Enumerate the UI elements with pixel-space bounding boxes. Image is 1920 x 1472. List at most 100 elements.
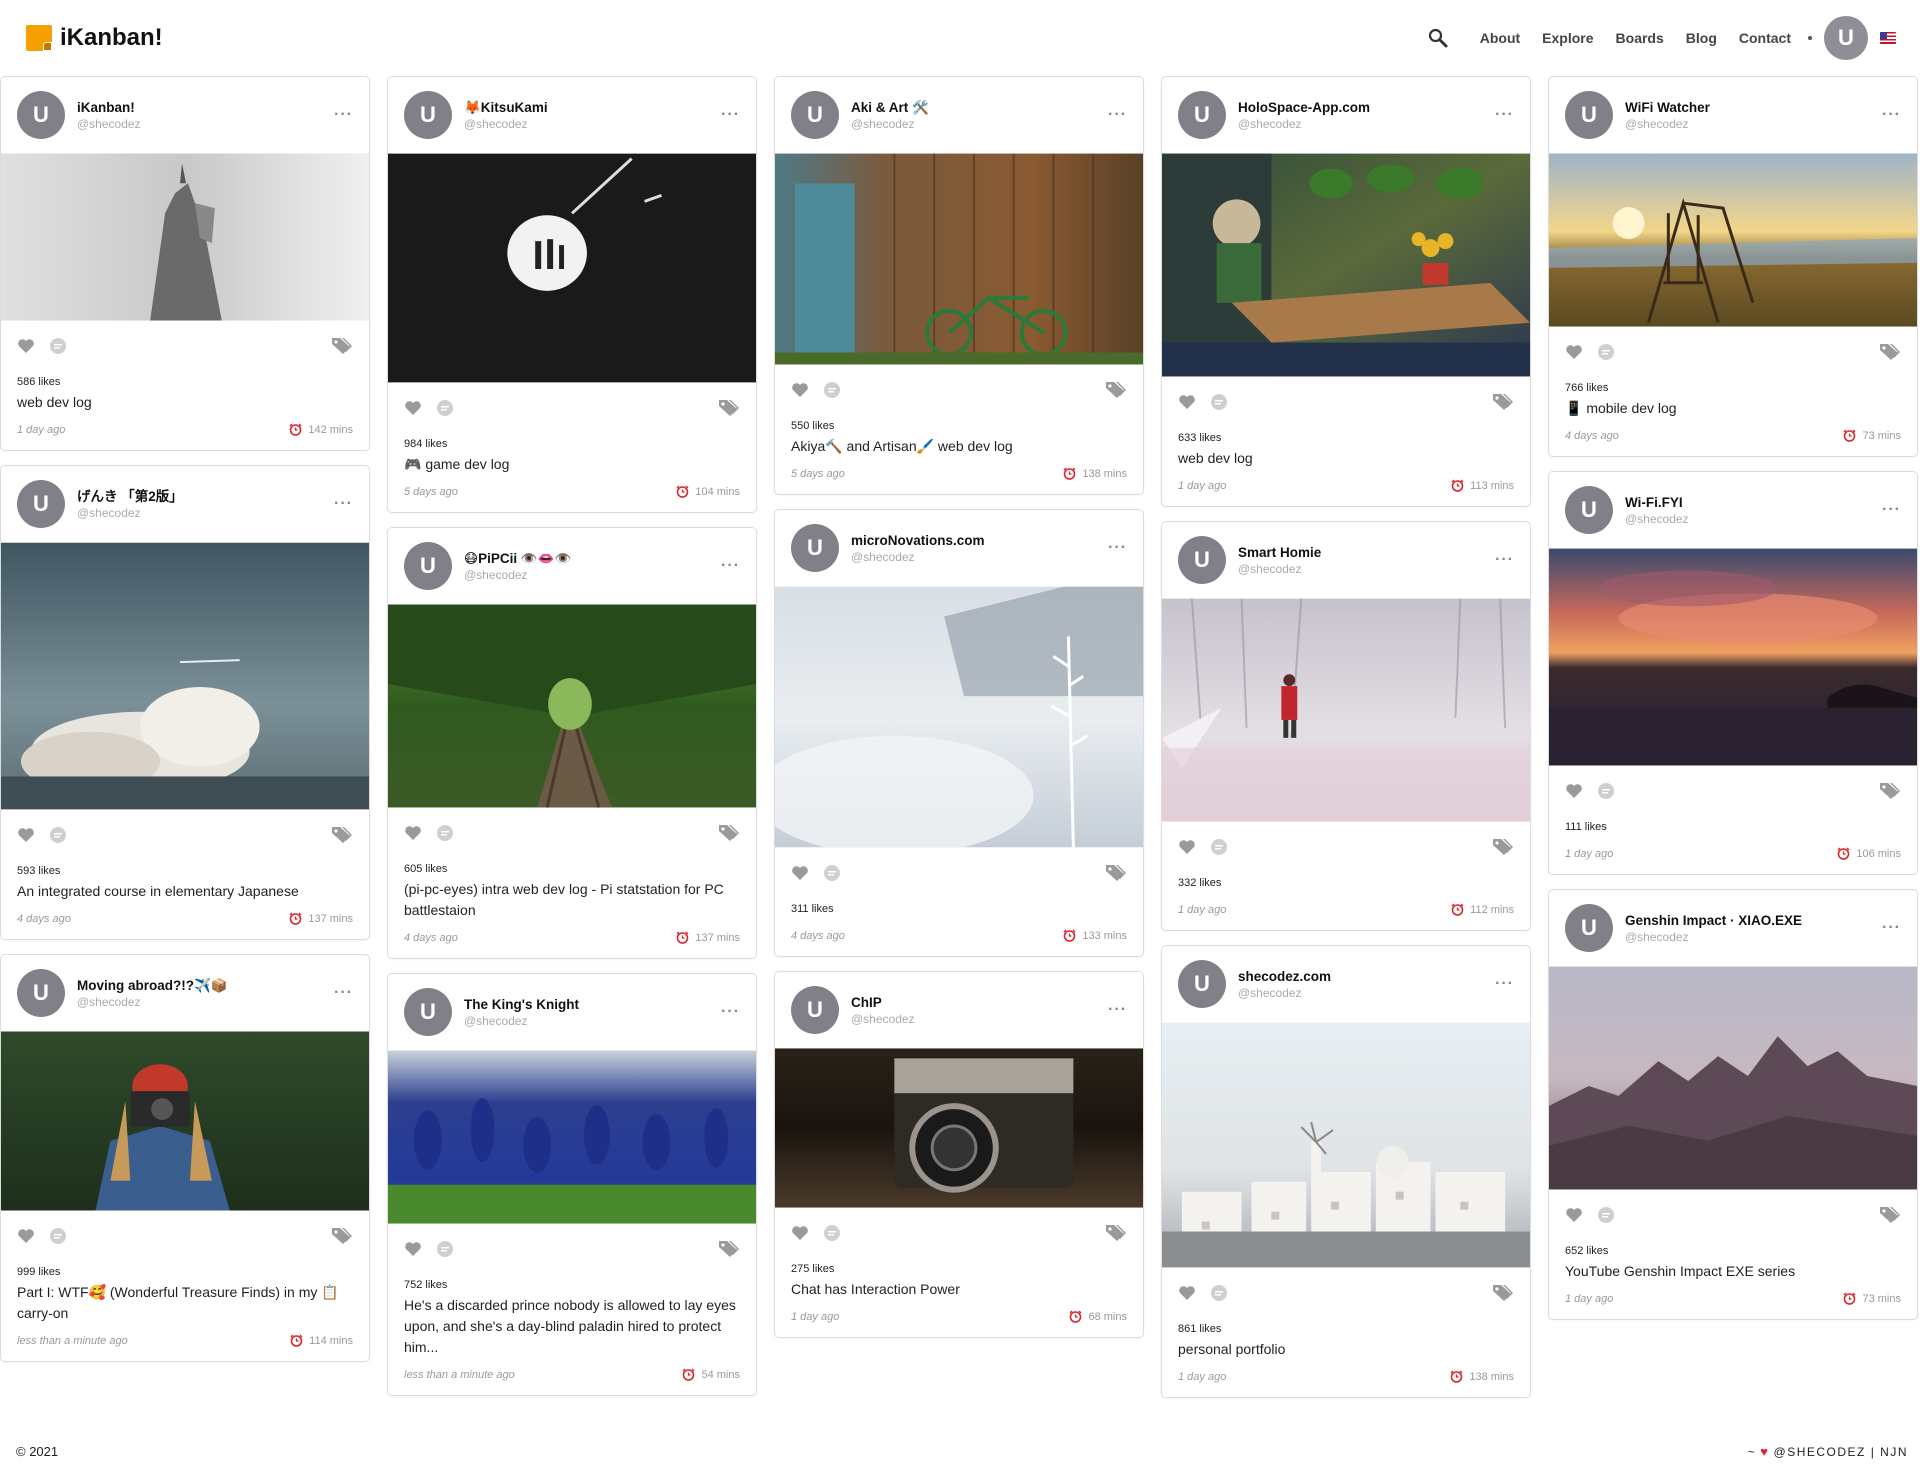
- user-handle[interactable]: @shecodez: [77, 116, 141, 132]
- tags-icon[interactable]: [1879, 343, 1901, 361]
- post-image-frost[interactable]: [775, 586, 1143, 848]
- post-image-cafe[interactable]: [1162, 153, 1530, 377]
- user-handle[interactable]: @shecodez: [1238, 116, 1370, 132]
- nav-blog[interactable]: Blog: [1686, 30, 1717, 46]
- post-image-wooden-shed[interactable]: [775, 153, 1143, 365]
- post-image-photographer[interactable]: [1, 1031, 369, 1211]
- more-options-icon[interactable]: ···: [721, 558, 740, 574]
- tags-icon[interactable]: [1105, 381, 1127, 399]
- like-heart-icon[interactable]: [404, 400, 422, 416]
- post-card[interactable]: UmicroNovations.com @shecodez ··· 311 like…: [774, 509, 1144, 957]
- post-card[interactable]: U iKanban! @shecodez ··· 586 likes web dev…: [0, 76, 370, 451]
- user-avatar[interactable]: U: [1824, 16, 1868, 60]
- avatar[interactable]: U: [17, 91, 65, 139]
- board-title[interactable]: WiFi Watcher: [1625, 99, 1710, 116]
- post-image-mountains[interactable]: [1549, 966, 1917, 1190]
- tags-icon[interactable]: [1879, 782, 1901, 800]
- comment-icon[interactable]: [49, 337, 67, 355]
- board-title[interactable]: 🦊KitsuKami: [464, 99, 548, 116]
- more-options-icon[interactable]: ···: [1495, 552, 1514, 568]
- board-title[interactable]: Moving abroad?!?✈️📦: [77, 977, 228, 994]
- avatar[interactable]: U: [1178, 91, 1226, 139]
- tags-icon[interactable]: [1492, 838, 1514, 856]
- like-heart-icon[interactable]: [17, 827, 35, 843]
- avatar[interactable]: U: [17, 969, 65, 1017]
- post-image-ocean-sunset[interactable]: [1549, 548, 1917, 766]
- comment-icon[interactable]: [823, 864, 841, 882]
- post-card[interactable]: U Wi-Fi.FYI @shecodez ··· 111 likes 1 day a…: [1548, 471, 1918, 875]
- board-title[interactable]: げんき 「第2版」: [77, 488, 183, 505]
- post-card[interactable]: U 🦊KitsuKami @shecodez ··· 984 likes 🎮 game …: [387, 76, 757, 513]
- user-handle[interactable]: @shecodez: [1238, 561, 1321, 577]
- post-card[interactable]: U The King's Knight @shecodez ··· 752 likes…: [387, 973, 757, 1396]
- like-heart-icon[interactable]: [404, 1241, 422, 1257]
- like-heart-icon[interactable]: [1178, 394, 1196, 410]
- nav-explore[interactable]: Explore: [1542, 30, 1593, 46]
- post-card[interactable]: U 😷PiPCii 👁️👄👁️ @shecodez ··· 605 likes (pi-…: [387, 527, 757, 959]
- comment-icon[interactable]: [1597, 343, 1615, 361]
- like-heart-icon[interactable]: [1178, 1285, 1196, 1301]
- like-heart-icon[interactable]: [404, 825, 422, 841]
- nav-boards[interactable]: Boards: [1616, 30, 1664, 46]
- board-title[interactable]: Genshin Impact · XIAO.EXE: [1625, 912, 1802, 929]
- board-title[interactable]: The King's Knight: [464, 996, 579, 1013]
- board-title[interactable]: 😷PiPCii 👁️👄👁️: [464, 550, 571, 567]
- footer-credit-text[interactable]: @SHECODEZ | NJN: [1774, 1445, 1908, 1459]
- like-heart-icon[interactable]: [791, 382, 809, 398]
- nav-contact[interactable]: Contact: [1739, 30, 1791, 46]
- board-title[interactable]: ChIP: [851, 994, 915, 1011]
- like-heart-icon[interactable]: [17, 1228, 35, 1244]
- like-heart-icon[interactable]: [17, 338, 35, 354]
- post-card[interactable]: U Smart Homie @shecodez ··· 332 likes 1 day…: [1161, 521, 1531, 931]
- more-options-icon[interactable]: ···: [1108, 107, 1127, 123]
- tags-icon[interactable]: [331, 1227, 353, 1245]
- avatar[interactable]: U: [404, 988, 452, 1036]
- user-handle[interactable]: @shecodez: [77, 994, 228, 1010]
- user-handle[interactable]: @shecodez: [464, 567, 571, 583]
- more-options-icon[interactable]: ···: [1882, 502, 1901, 518]
- user-handle[interactable]: @shecodez: [1238, 985, 1331, 1001]
- more-options-icon[interactable]: ···: [1108, 1002, 1127, 1018]
- tags-icon[interactable]: [718, 824, 740, 842]
- avatar[interactable]: U: [1565, 91, 1613, 139]
- avatar[interactable]: U: [17, 480, 65, 528]
- avatar[interactable]: U: [1178, 960, 1226, 1008]
- post-image-snow-walker[interactable]: [1162, 598, 1530, 822]
- avatar[interactable]: U: [404, 542, 452, 590]
- post-image-santorini[interactable]: [1162, 1022, 1530, 1268]
- post-card[interactable]: U Genshin Impact · XIAO.EXE @shecodez ··· 6…: [1548, 889, 1918, 1320]
- more-options-icon[interactable]: ···: [1495, 107, 1514, 123]
- post-card[interactable]: U WiFi Watcher @shecodez ··· 766 likes 📱 mob…: [1548, 76, 1918, 457]
- post-image-liberty[interactable]: [1, 153, 369, 321]
- user-handle[interactable]: @shecodez: [851, 549, 985, 565]
- user-handle[interactable]: @shecodez: [77, 505, 183, 521]
- comment-icon[interactable]: [49, 826, 67, 844]
- like-heart-icon[interactable]: [1565, 783, 1583, 799]
- us-flag-icon[interactable]: [1880, 32, 1896, 44]
- more-options-icon[interactable]: ···: [1882, 920, 1901, 936]
- tags-icon[interactable]: [1492, 1284, 1514, 1302]
- avatar[interactable]: U: [1178, 536, 1226, 584]
- comment-icon[interactable]: [436, 1240, 454, 1258]
- tags-icon[interactable]: [331, 337, 353, 355]
- user-handle[interactable]: @shecodez: [851, 1011, 915, 1027]
- post-image-camera[interactable]: [775, 1048, 1143, 1208]
- comment-icon[interactable]: [1210, 393, 1228, 411]
- post-image-lupines[interactable]: [388, 1050, 756, 1224]
- post-card[interactable]: Ushecodez.com @shecodez ··· 861 likes perso…: [1161, 945, 1531, 1398]
- post-card[interactable]: U ChIP @shecodez ··· 275 likes Chat has Inte…: [774, 971, 1144, 1338]
- board-title[interactable]: HoloSpace-App.com: [1238, 99, 1370, 116]
- more-options-icon[interactable]: ···: [1108, 540, 1127, 556]
- avatar[interactable]: U: [791, 91, 839, 139]
- board-title[interactable]: Aki & Art 🛠️: [851, 99, 929, 116]
- board-title[interactable]: microNovations.com: [851, 532, 985, 549]
- post-image-clouds[interactable]: [1, 542, 369, 810]
- board-title[interactable]: shecodez.com: [1238, 968, 1331, 985]
- footer-credit[interactable]: ~ ♥ @SHECODEZ | NJN: [1748, 1444, 1908, 1459]
- comment-icon[interactable]: [823, 1224, 841, 1242]
- tags-icon[interactable]: [331, 826, 353, 844]
- post-card[interactable]: U Aki & Art 🛠️ @shecodez ··· 550 likes Akiya…: [774, 76, 1144, 495]
- more-options-icon[interactable]: ···: [721, 107, 740, 123]
- more-options-icon[interactable]: ···: [334, 496, 353, 512]
- board-title[interactable]: Wi-Fi.FYI: [1625, 494, 1689, 511]
